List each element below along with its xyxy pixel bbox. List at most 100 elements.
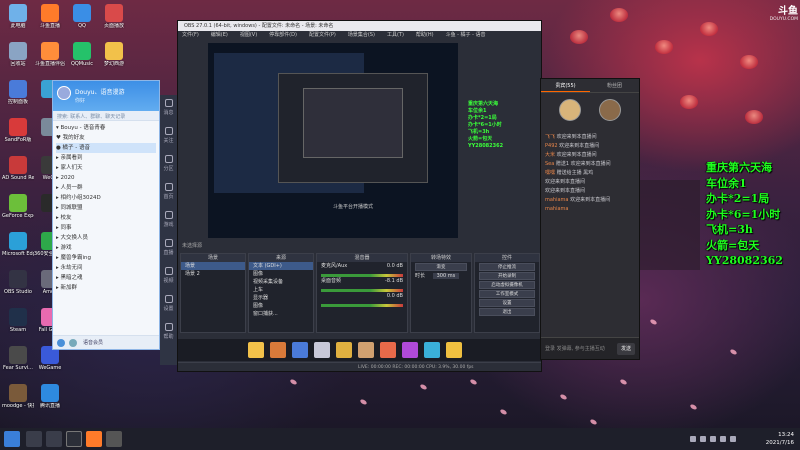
tray-icon[interactable] [700, 436, 706, 442]
control-button[interactable]: 退出 [479, 308, 535, 316]
gift-icon[interactable] [248, 342, 264, 358]
source-item[interactable]: 图像 [249, 302, 313, 310]
dock-item[interactable]: 视频 [160, 263, 177, 291]
gift-icon[interactable] [424, 342, 440, 358]
start-icon[interactable] [4, 431, 20, 447]
qq-contact-row[interactable]: ▸ 大交换人员 [56, 233, 156, 243]
obs-menu-item[interactable]: 文件(F) [182, 32, 199, 38]
source-item[interactable]: 显示器 [249, 294, 313, 302]
fan-avatar[interactable] [559, 99, 581, 121]
obs-taskbar-icon[interactable] [66, 431, 82, 447]
qq-contact-row[interactable]: ▸ 游戏 [56, 243, 156, 253]
dock-item[interactable]: 帮助 [160, 319, 177, 347]
sources-panel[interactable]: 来源 文本 (GDI+) 图像 视频采集设备 上车 显示器 图像 窗口捕获... [248, 253, 314, 333]
qq-signature[interactable]: 你好 [75, 97, 85, 104]
desktop-icon[interactable]: QQ [66, 4, 98, 29]
qq-contact-row[interactable]: ♥ 我的好友 [56, 133, 156, 143]
chat-username[interactable]: mahiama [545, 206, 569, 212]
obs-menu-item[interactable]: 视图(V) [240, 32, 257, 38]
mixer-track[interactable]: 0.0 dB [317, 292, 407, 300]
obs-menu-item[interactable]: 场景集合(S) [348, 32, 375, 38]
tray-icon[interactable] [710, 436, 716, 442]
mixer-panel[interactable]: 混音器 麦克风/Aux 0.0 dB 桌面音频 -8.1 dB 0.0 dB [316, 253, 408, 333]
control-button[interactable]: 启动虚拟摄像机 [479, 281, 535, 289]
scene-item[interactable]: 场景 [181, 262, 245, 270]
source-item[interactable]: 图像 [249, 270, 313, 278]
desktop-icon[interactable]: 此电脑 [2, 4, 34, 29]
source-item[interactable]: 上车 [249, 286, 313, 294]
qq-contact-row[interactable]: ▸ 2020 [56, 173, 156, 183]
transitions-panel[interactable]: 转场特效 渐变 时长 300 ms [410, 253, 472, 333]
desktop-icon[interactable]: Microsoft Edge [2, 232, 34, 257]
desktop-icon[interactable]: 斗鱼直播 [34, 4, 66, 29]
tray-icon[interactable] [690, 436, 696, 442]
obs-window[interactable]: OBS 27.0.1 (64-bit, windows) - 配置文件: 未命名… [177, 20, 542, 372]
chat-input[interactable]: 登录 发弹幕, 参与主播互动 发送 [541, 337, 639, 359]
desktop-icon[interactable]: 腾讯直播 [34, 384, 66, 409]
desktop-icon[interactable]: GeForce Experience [2, 194, 34, 219]
desktop-icon[interactable]: Fear Survi... [2, 346, 34, 371]
qq-contacts-panel[interactable]: Douyu、语音漫游 你好 搜索: 联系人、群聊、聊天记录 ▾ Bouyu - … [52, 80, 160, 350]
obs-title-bar[interactable]: OBS 27.0.1 (64-bit, windows) - 配置文件: 未命名… [178, 21, 541, 31]
qq-contact-row[interactable]: ▸ 同城联盟 [56, 203, 156, 213]
douyu-taskbar-icon[interactable] [86, 431, 102, 447]
source-item[interactable]: 视频采集设备 [249, 278, 313, 286]
desktop-icon[interactable]: 回收站 [2, 42, 34, 67]
obs-menu-item[interactable]: 工具(T) [387, 32, 404, 38]
obs-menu-item[interactable]: 停靠部件(D) [269, 32, 297, 38]
chat-tab[interactable]: 贵宾(55) [541, 79, 590, 92]
dock-item[interactable]: 游戏 [160, 207, 177, 235]
qq-contact-row[interactable]: ▸ 亲属看到 [56, 153, 156, 163]
obs-menu-item[interactable]: 编辑(E) [211, 32, 228, 38]
chat-username[interactable]: 嘿嘿 [545, 170, 557, 176]
desktop-icon[interactable]: 斗鱼直播伴侣 [34, 42, 66, 67]
chat-username[interactable]: P492 [545, 143, 559, 149]
qq-contact-row[interactable]: ▸ 人员一群 [56, 183, 156, 193]
qq-contact-row[interactable]: ● 橘子 - 语音 [56, 143, 156, 153]
control-button[interactable]: 设置 [479, 299, 535, 307]
chat-username[interactable]: 飞飞 [545, 134, 557, 140]
mixer-track[interactable]: 桌面音频 -8.1 dB [317, 277, 407, 285]
qq-avatar[interactable] [57, 86, 71, 100]
control-button[interactable]: 开始录制 [479, 272, 535, 280]
gift-icon[interactable] [380, 342, 396, 358]
network-icon[interactable] [730, 436, 736, 442]
qq-search-input[interactable]: 搜索: 联系人、群聊、聊天记录 [53, 111, 159, 121]
source-item[interactable]: 窗口捕获... [249, 310, 313, 318]
gift-icon[interactable] [292, 342, 308, 358]
fan-avatar[interactable] [599, 99, 621, 121]
chat-username[interactable]: Sea [545, 161, 556, 167]
desktop-icon[interactable]: AD Sound Recorder [2, 156, 34, 181]
douyu-chat-panel[interactable]: 贵宾(55) 粉丝团 飞飞 欢迎来到本直播间 P492 欢迎来到本直播间 大米 欢迎来… [540, 78, 640, 360]
transition-select[interactable]: 渐变 [415, 263, 467, 271]
qq-contact-row[interactable]: ▸ 魔兽争霸ing [56, 253, 156, 263]
desktop-icon[interactable]: 控制面板 [2, 80, 34, 105]
qq-settings-icon[interactable] [69, 339, 77, 347]
obs-preview[interactable]: 斗鱼平台开播模式 [208, 43, 458, 238]
mixer-track[interactable]: 麦克风/Aux 0.0 dB [317, 262, 407, 270]
gift-icon[interactable] [446, 342, 462, 358]
obs-menu-item[interactable]: 配置文件(P) [309, 32, 336, 38]
desktop-icon[interactable]: OBS Studio [2, 270, 34, 295]
gift-icon[interactable] [336, 342, 352, 358]
qq-contact-row[interactable]: ▸ 新加群 [56, 283, 156, 293]
chat-username[interactable]: mahiama [545, 197, 570, 203]
qq-contact-list[interactable]: ▾ Bouyu - 语音青春 ♥ 我的好友 ● 橘子 - 语音 ▸ 亲属看到 ▸ 家… [53, 121, 159, 295]
obs-menu-item[interactable]: 帮助(H) [416, 32, 434, 38]
volume-icon[interactable] [720, 436, 726, 442]
desktop-icon[interactable]: moodge - 快捷方式 [2, 384, 34, 409]
qq-menu-icon[interactable] [57, 339, 65, 347]
chat-tab[interactable]: 粉丝团 [590, 79, 639, 92]
dock-item[interactable]: 设置 [160, 291, 177, 319]
dock-item[interactable]: 直播 [160, 235, 177, 263]
gift-icon[interactable] [358, 342, 374, 358]
qq-contact-row[interactable]: ▾ Bouyu - 语音青春 [56, 123, 156, 133]
desktop-icon[interactable]: 梦幻西游 [98, 42, 130, 67]
duration-input[interactable]: 300 ms [432, 273, 460, 279]
qq-contact-row[interactable]: ▸ 校友 [56, 213, 156, 223]
scenes-panel[interactable]: 场景 场景 场景 2 [180, 253, 246, 333]
dock-item[interactable]: 分区 [160, 151, 177, 179]
qq-contact-row[interactable]: ▸ 同事 [56, 223, 156, 233]
task-view-icon[interactable] [46, 431, 62, 447]
source-item[interactable]: 文本 (GDI+) [249, 262, 313, 270]
